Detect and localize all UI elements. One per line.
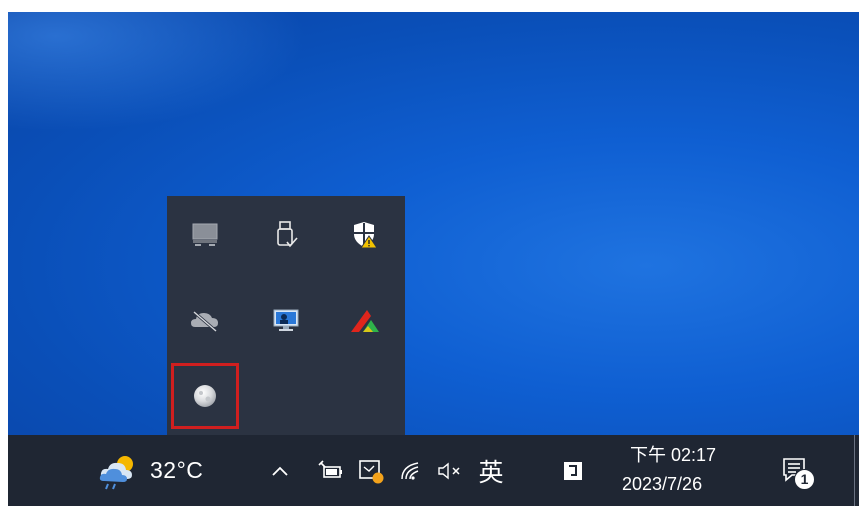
selection-highlight-box [171,363,239,429]
red-green-app-icon [351,310,379,332]
tray-wifi-button[interactable] [395,435,429,506]
tray-icon-security[interactable] [337,209,393,261]
power-battery-icon [318,459,342,478]
chevron-up-icon [272,466,288,476]
volume-muted-icon [438,462,460,479]
weather-widget[interactable]: 32°C [98,435,238,506]
tray-power-button[interactable] [314,435,348,506]
partly-cloudy-rain-icon [99,455,133,489]
show-desktop-divider[interactable] [854,435,855,506]
ime-language-button[interactable]: 英 [471,435,511,506]
network-drive-icon [192,223,218,246]
taskbar: 32°C 英 下午 02:17 2023/7/26 1 [8,435,859,506]
tray-overflow-flyout [167,196,405,435]
clock-time: 下午 02:17 [630,445,717,465]
ime-mode-button[interactable] [556,435,590,506]
desktop-glow [8,12,308,132]
onedrive-offline-icon [191,310,218,333]
tray-snip-button[interactable] [353,435,389,506]
notification-badge: 1 [794,468,815,490]
usb-safely-remove-icon [277,221,298,248]
ime-label: 英 [478,458,504,487]
screen: 32°C 英 下午 02:17 2023/7/26 1 [8,12,859,506]
tray-icon-onedrive[interactable] [177,295,233,347]
wifi-icon [401,461,419,480]
clock-date: 2023/7/26 [622,474,703,494]
action-center-button[interactable]: 1 [773,435,819,506]
desktop-background[interactable] [8,12,859,435]
tray-icon-usb[interactable] [258,209,314,261]
input-mode-icon [564,461,582,480]
tray-icon-red-green-app[interactable] [337,295,393,347]
taskbar-clock[interactable]: 下午 02:17 2023/7/26 [622,441,732,501]
remote-display-icon [273,309,299,331]
security-shield-warning-icon [354,222,378,249]
weather-temperature: 32°C [150,457,204,483]
tray-volume-button[interactable] [432,435,468,506]
show-hidden-icons-button[interactable] [265,435,295,506]
screen-snip-icon [359,459,384,483]
tray-icon-network-drive[interactable] [177,209,233,261]
tray-icon-remote-display[interactable] [258,295,314,347]
